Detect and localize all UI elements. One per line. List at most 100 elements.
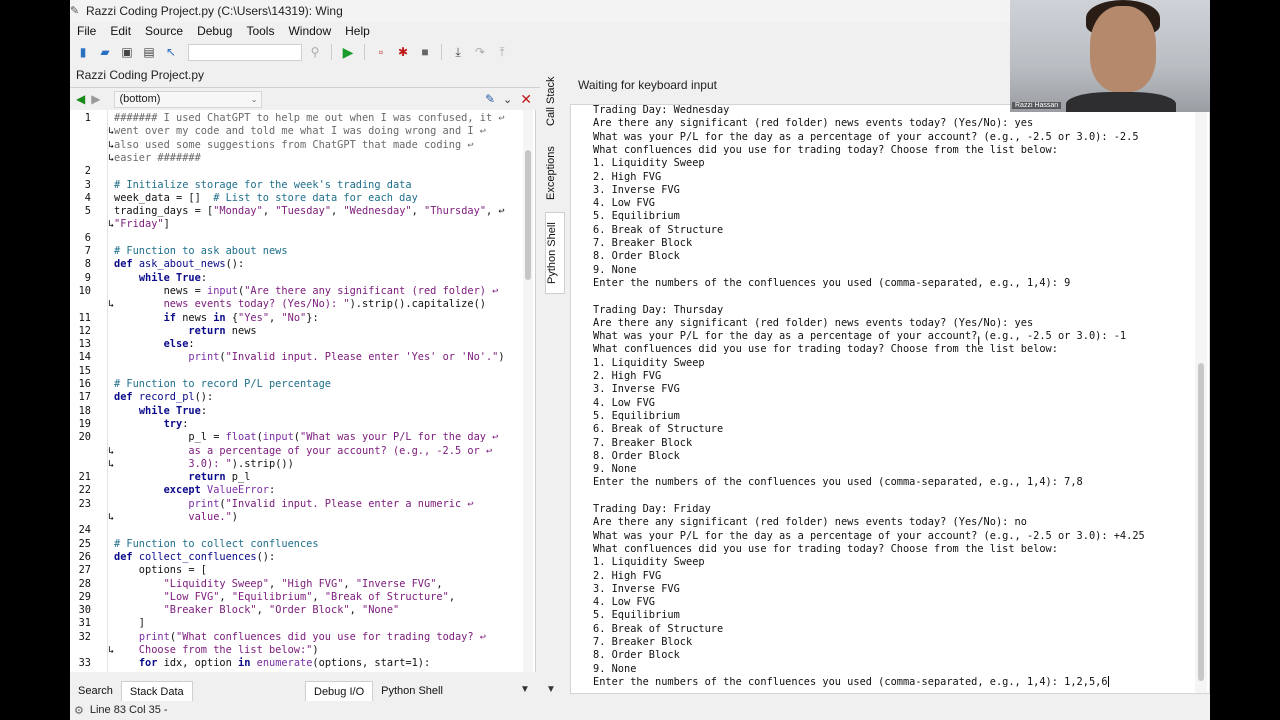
- shell-line-text: 7. Breaker Block: [593, 237, 693, 249]
- menu-tools[interactable]: Tools: [239, 24, 281, 38]
- play-icon[interactable]: ▶: [339, 43, 357, 61]
- gear-icon[interactable]: ⚙: [74, 704, 84, 717]
- wrapped-code-text: went over my code and told me what I was…: [114, 125, 486, 138]
- code-text: try:: [114, 418, 189, 431]
- shell-output-line: 2. High FVG: [593, 570, 661, 583]
- tab-python-shell[interactable]: Python Shell: [373, 681, 451, 701]
- close-icon[interactable]: ✕: [520, 91, 532, 108]
- code-line: 26 def collect_confluences():: [70, 551, 535, 564]
- shell-output-line: What confluences did you use for trading…: [593, 343, 1058, 356]
- shell-line-text: 7. Breaker Block: [593, 436, 693, 449]
- search-icon[interactable]: ⚲: [306, 43, 324, 61]
- stack-options-chevron-icon[interactable]: ▼: [520, 684, 530, 695]
- code-token: ): [231, 511, 238, 523]
- shell-output-line: 3. Inverse FVG: [593, 583, 680, 596]
- pointer-icon[interactable]: ↖: [162, 43, 180, 61]
- menu-file[interactable]: File: [70, 24, 103, 38]
- code-text: week_data = [] # List to store data for …: [114, 192, 418, 205]
- toolbar-search-input[interactable]: [188, 43, 302, 61]
- tab-exceptions[interactable]: Exceptions: [545, 140, 565, 206]
- shell-line-text: 1. Liquidity Sweep: [593, 157, 705, 170]
- shell-line-text: 8. Order Block: [593, 250, 680, 263]
- code-token: "Friday": [114, 218, 164, 231]
- code-token: options = [: [114, 564, 207, 577]
- tab-stack-data[interactable]: Stack Data: [120, 681, 193, 701]
- code-text: options = [: [114, 564, 207, 577]
- menu-debug[interactable]: Debug: [190, 24, 239, 38]
- options-chevron-icon[interactable]: ⌄: [503, 93, 512, 106]
- new-file-icon[interactable]: ▮: [74, 43, 92, 61]
- bug-icon[interactable]: ✱: [394, 43, 412, 61]
- save-all-icon[interactable]: ▤: [140, 43, 158, 61]
- tab-python-shell-side[interactable]: Python Shell: [545, 212, 565, 294]
- code-line: 4 week_data = [] # List to store data for…: [70, 192, 535, 205]
- code-line: 20 p_l = float(input("What was your P/L …: [70, 431, 535, 444]
- shell-scrollbar-thumb[interactable]: [1198, 363, 1204, 681]
- editor-scrollbar[interactable]: [523, 110, 533, 672]
- shell-scrollbar[interactable]: [1195, 105, 1207, 693]
- wrapped-code-text: easier #######: [114, 152, 201, 165]
- shell-line-text: 4. Low FVG: [593, 596, 655, 609]
- shell-line-text: 5. Equilibrium: [593, 609, 680, 622]
- code-token: ,: [436, 577, 443, 590]
- shell-line-text: What was your P/L for the day as a perce…: [593, 529, 1145, 542]
- code-editor[interactable]: 1 ####### I used ChatGPT to help me out w…: [70, 110, 536, 672]
- editor-scrollbar-thumb[interactable]: [525, 150, 531, 280]
- code-line: 17 def record_pl():: [70, 391, 535, 404]
- code-line: easier ####### ↳: [70, 152, 535, 165]
- code-text: ]: [114, 617, 145, 630]
- tab-debug-io[interactable]: Debug I/O: [305, 681, 374, 701]
- shell-output-line: 2. High FVG: [593, 370, 661, 383]
- forward-arrow-icon[interactable]: ▶: [91, 92, 100, 106]
- code-token: while True: [138, 404, 201, 417]
- wrap-continuation-icon: ↳: [108, 457, 115, 470]
- tab-call-stack[interactable]: Call Stack: [545, 72, 565, 130]
- menu-edit[interactable]: Edit: [103, 24, 138, 38]
- save-icon[interactable]: ▣: [118, 43, 136, 61]
- debug-io-output[interactable]: Trading Day: Wednesday Are there any sign…: [570, 104, 1210, 694]
- scope-dropdown[interactable]: (bottom) ⌄: [114, 90, 263, 108]
- step-out-icon[interactable]: ⤒: [493, 43, 511, 61]
- code-line: 31 ]: [70, 617, 535, 630]
- shell-output-line: 5. Equilibrium: [593, 410, 680, 423]
- code-token: while True: [138, 271, 201, 284]
- new-window-icon[interactable]: ▫: [372, 43, 390, 61]
- shell-status-text: Waiting for keyboard input: [578, 78, 717, 92]
- code-token: ####### I used ChatGPT to help me out wh…: [114, 112, 505, 124]
- menu-help[interactable]: Help: [338, 24, 377, 38]
- back-arrow-icon[interactable]: ◀: [76, 92, 85, 106]
- editor-file-tab[interactable]: Razzi Coding Project.py: [76, 68, 204, 82]
- code-line: 13 else:: [70, 338, 535, 351]
- shell-output-line: 6. Break of Structure: [593, 224, 723, 237]
- shell-output-line: 4. Low FVG: [593, 596, 655, 609]
- step-over-icon[interactable]: ↷: [471, 43, 489, 61]
- shell-output-line: 1. Liquidity Sweep: [593, 556, 705, 569]
- code-text: except ValueError:: [114, 484, 276, 497]
- line-number: 5: [84, 205, 91, 218]
- code-line: 7 # Function to ask about news: [70, 245, 535, 258]
- code-line: 21 return p_l: [70, 471, 535, 484]
- code-text: return news: [114, 325, 256, 338]
- code-token: "Thursday": [424, 205, 487, 218]
- shell-output-line: 9. None: [593, 663, 636, 676]
- step-into-icon[interactable]: ⤓: [449, 43, 467, 61]
- code-token: enumerate: [256, 657, 313, 670]
- code-token: # List to store data for each day: [207, 191, 418, 204]
- menu-source[interactable]: Source: [138, 24, 190, 38]
- code-text: trading_days = ["Monday", "Tuesday", "We…: [114, 205, 505, 218]
- code-token: ():: [225, 258, 245, 271]
- pin-icon[interactable]: ✎: [485, 92, 495, 106]
- shell-line-text: 1. Liquidity Sweep: [593, 356, 705, 369]
- shell-line-text: 2. High FVG: [593, 170, 662, 183]
- menu-window[interactable]: Window: [281, 24, 338, 38]
- line-number: 6: [84, 231, 91, 244]
- stop-icon[interactable]: ■: [416, 43, 434, 61]
- open-folder-icon[interactable]: ▰: [96, 43, 114, 61]
- tab-search[interactable]: Search: [70, 681, 121, 701]
- panel-options-chevron-icon[interactable]: ▼: [546, 684, 556, 695]
- code-text: print("What confluences did you use for …: [114, 631, 486, 644]
